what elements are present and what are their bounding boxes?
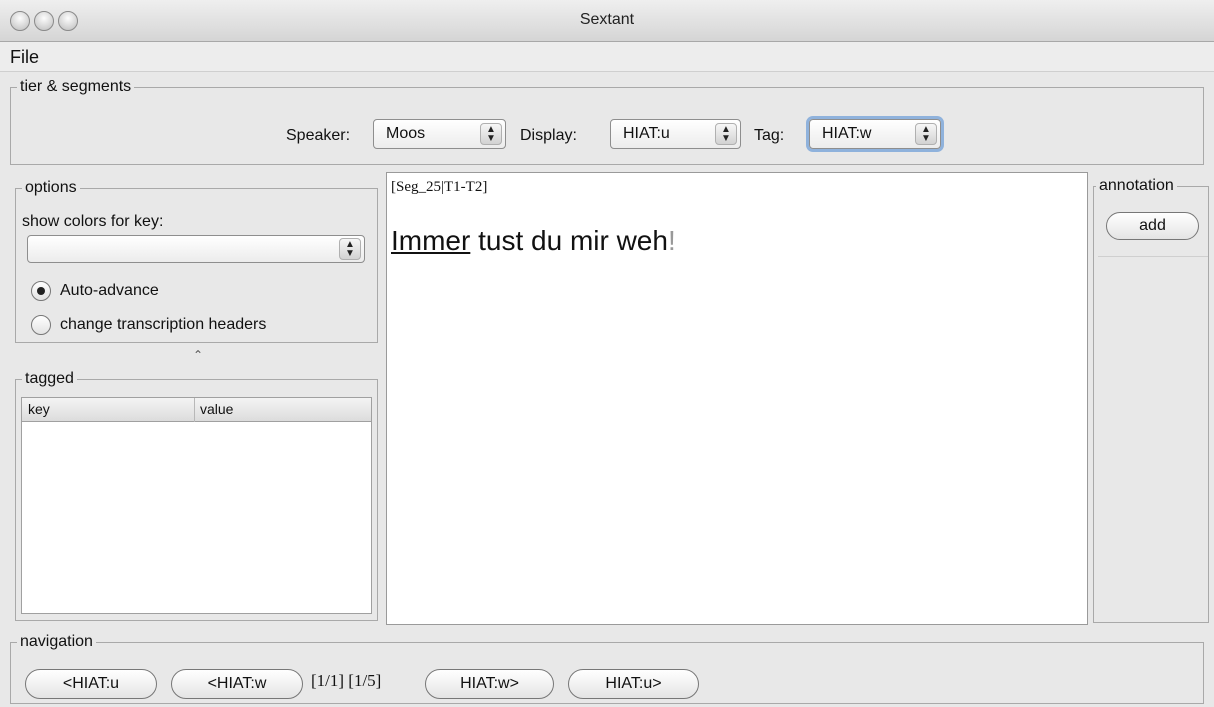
next-word-button[interactable]: HIAT:w> bbox=[425, 669, 554, 699]
annotation-title: annotation bbox=[1096, 176, 1177, 196]
position-readout: [1/1] [1/5] bbox=[311, 671, 382, 690]
auto-advance-label: Auto-advance bbox=[60, 282, 159, 299]
annotation-panel: annotation bbox=[1093, 176, 1209, 623]
tier-segments-title: tier & segments bbox=[17, 77, 135, 97]
tagged-table[interactable]: key value bbox=[21, 397, 372, 614]
change-headers-radio[interactable] bbox=[31, 315, 51, 335]
column-header-key[interactable]: key bbox=[28, 401, 50, 417]
menu-file[interactable]: File bbox=[10, 47, 39, 68]
annotation-divider bbox=[1098, 256, 1208, 257]
display-label: Display: bbox=[520, 127, 577, 144]
title-bar: Sextant bbox=[0, 0, 1214, 42]
speaker-select-value: Moos bbox=[386, 125, 426, 142]
table-header: key value bbox=[22, 398, 371, 422]
display-select[interactable]: HIAT:u ▲ ▼ bbox=[610, 119, 741, 149]
window-title: Sextant bbox=[579, 11, 635, 28]
menu-bar: File bbox=[0, 42, 1214, 72]
tier-segments-panel: tier & segments bbox=[10, 77, 1204, 165]
change-headers-label: change transcription headers bbox=[60, 316, 267, 333]
prev-utterance-button[interactable]: <HIAT:u bbox=[25, 669, 157, 699]
up-down-arrows-icon: ▲ ▼ bbox=[480, 123, 502, 145]
column-header-value[interactable]: value bbox=[200, 401, 233, 417]
tagged-title: tagged bbox=[22, 369, 77, 389]
auto-advance-radio[interactable] bbox=[31, 281, 51, 301]
current-word[interactable]: Immer bbox=[391, 225, 470, 256]
utterance-text[interactable]: Immer tust du mir weh! bbox=[391, 225, 676, 257]
add-annotation-button[interactable]: add bbox=[1106, 212, 1199, 240]
navigation-title: navigation bbox=[17, 632, 96, 652]
colors-key-label: show colors for key: bbox=[22, 213, 164, 230]
next-utterance-button[interactable]: HIAT:u> bbox=[568, 669, 699, 699]
speaker-select[interactable]: Moos ▲ ▼ bbox=[373, 119, 506, 149]
split-handle-icon[interactable]: ⌃ bbox=[193, 348, 203, 362]
prev-word-button[interactable]: <HIAT:w bbox=[171, 669, 303, 699]
segment-header: [Seg_25|T1-T2] bbox=[391, 179, 488, 195]
tag-label: Tag: bbox=[754, 127, 785, 144]
column-divider[interactable] bbox=[194, 398, 195, 422]
up-down-arrows-icon: ▲ ▼ bbox=[715, 123, 737, 145]
tag-select[interactable]: HIAT:w ▲ ▼ bbox=[809, 119, 941, 149]
options-title: options bbox=[22, 178, 80, 198]
display-select-value: HIAT:u bbox=[623, 125, 670, 142]
colors-key-select[interactable]: ▲ ▼ bbox=[27, 235, 365, 263]
up-down-arrows-icon: ▲ ▼ bbox=[915, 123, 937, 145]
utterance-rest: tust du mir weh bbox=[470, 225, 668, 256]
utterance-punctuation: ! bbox=[667, 225, 676, 256]
tag-select-value: HIAT:w bbox=[822, 125, 872, 142]
transcription-view[interactable]: [Seg_25|T1-T2] Immer tust du mir weh! bbox=[386, 172, 1088, 625]
up-down-arrows-icon: ▲ ▼ bbox=[339, 238, 361, 260]
speaker-label: Speaker: bbox=[286, 127, 351, 144]
